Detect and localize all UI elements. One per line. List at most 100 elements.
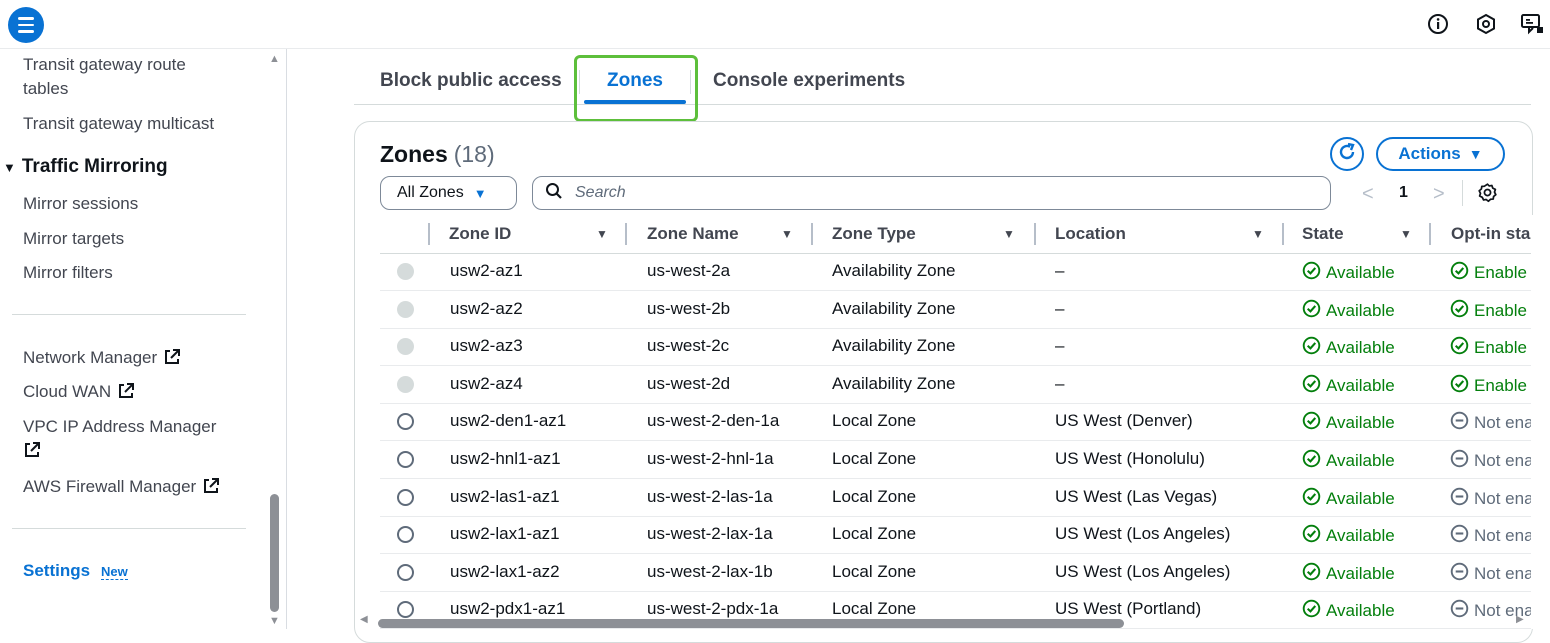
tab-console-experiments[interactable]: Console experiments — [713, 70, 905, 92]
actions-button[interactable]: Actions ▼ — [1376, 137, 1505, 171]
table-row[interactable]: usw2-las1-az1 us-west-2-las-1a Local Zone U… — [380, 479, 1534, 517]
column-header-state[interactable]: State — [1302, 224, 1344, 244]
sort-icon[interactable]: ▼ — [1252, 227, 1264, 241]
column-header-zone-name[interactable]: Zone Name — [647, 224, 739, 244]
opt-in-text: Not ena — [1474, 526, 1534, 546]
sidebar-item-vpc-ip-address-manager[interactable]: VPC IP Address Manager — [23, 415, 216, 466]
column-divider[interactable] — [625, 223, 627, 245]
cell-zone-id: usw2-az2 — [450, 298, 523, 318]
column-header-location[interactable]: Location — [1055, 224, 1126, 244]
cell-zone-type: Availability Zone — [832, 261, 956, 280]
cell-opt-in-status: Enable — [1450, 299, 1527, 323]
row-select-radio[interactable] — [397, 563, 414, 581]
check-circle-icon — [1302, 411, 1321, 435]
cell-zone-id: usw2-az3 — [450, 336, 523, 356]
caret-down-icon: ▼ — [3, 160, 16, 175]
sort-icon[interactable]: ▼ — [1400, 227, 1412, 241]
cell-opt-in-status: Enable — [1450, 374, 1527, 398]
row-select-radio[interactable] — [397, 488, 414, 506]
sidebar-scrollbar-thumb[interactable] — [270, 494, 279, 612]
opt-in-text: Not ena — [1474, 563, 1534, 583]
cell-zone-name: us-west-2a — [647, 261, 731, 280]
scroll-down-icon[interactable]: ▼ — [269, 615, 280, 627]
side-navigation: Transit gateway route tables Transit gat… — [0, 49, 287, 629]
sidebar-item-mirror-targets[interactable]: Mirror targets — [23, 227, 124, 251]
menu-icon[interactable] — [8, 7, 44, 43]
sort-icon[interactable]: ▼ — [596, 227, 608, 241]
minus-circle-icon — [1450, 411, 1469, 435]
cell-state: Available — [1302, 411, 1395, 435]
column-divider[interactable] — [811, 223, 813, 245]
row-select-radio[interactable] — [397, 526, 414, 544]
previous-page-button[interactable]: < — [1362, 183, 1374, 206]
cell-zone-name: us-west-2-las-1a — [647, 486, 773, 506]
table-row[interactable]: usw2-lax1-az2 us-west-2-lax-1b Local Zone U… — [380, 554, 1534, 592]
page-number-button[interactable]: 1 — [1399, 184, 1408, 202]
cell-zone-id: usw2-az1 — [450, 261, 523, 280]
sidebar-item-label: tables — [23, 79, 69, 98]
state-text: Available — [1326, 488, 1395, 508]
title-text: Zones — [380, 141, 448, 167]
row-select-radio — [397, 338, 414, 356]
sidebar-item-settings[interactable]: Settings — [23, 561, 90, 581]
sidebar-item-cloud-wan[interactable]: Cloud WAN — [23, 380, 135, 407]
external-link-icon — [23, 441, 41, 466]
cell-zone-name: us-west-2b — [647, 298, 731, 318]
cell-zone-type: Local Zone — [832, 449, 917, 468]
search-field[interactable] — [532, 176, 1331, 210]
cell-zone-type: Availability Zone — [832, 336, 956, 356]
notifications-icon[interactable] — [1474, 12, 1498, 36]
sort-icon[interactable]: ▼ — [781, 227, 793, 241]
column-header-zone-id[interactable]: Zone ID — [449, 224, 511, 244]
sidebar-item-mirror-filters[interactable]: Mirror filters — [23, 261, 113, 285]
column-divider[interactable] — [1429, 223, 1431, 245]
state-text: Available — [1326, 263, 1395, 282]
sidebar-item-network-manager[interactable]: Network Manager — [23, 346, 181, 373]
cell-state: Available — [1302, 449, 1395, 473]
settings-gear-icon[interactable] — [1477, 182, 1498, 208]
column-divider[interactable] — [1034, 223, 1036, 245]
sidebar-item-transit-gateway-route-tables[interactable]: Transit gateway route tables — [23, 53, 186, 101]
refresh-button[interactable] — [1330, 137, 1364, 171]
state-text: Available — [1326, 526, 1395, 546]
row-select-radio[interactable] — [397, 413, 414, 431]
sidebar-item-aws-firewall-manager[interactable]: AWS Firewall Manager — [23, 475, 220, 502]
column-header-zone-type[interactable]: Zone Type — [832, 224, 916, 244]
external-link-icon — [117, 382, 135, 407]
sidebar-item-transit-gateway-multicast[interactable]: Transit gateway multicast — [23, 112, 214, 136]
check-circle-icon — [1450, 336, 1469, 360]
table-row[interactable]: usw2-lax1-az1 us-west-2-lax-1a Local Zone U… — [380, 516, 1534, 555]
item-count: (18) — [453, 141, 495, 167]
table-row[interactable]: usw2-hnl1-az1 us-west-2-hnl-1a Local Zone U… — [380, 441, 1534, 479]
search-input[interactable] — [573, 183, 1277, 203]
horizontal-scrollbar-thumb[interactable] — [378, 619, 1124, 628]
cell-opt-in-status: Not ena — [1450, 562, 1534, 586]
caret-down-icon: ▼ — [1468, 146, 1483, 162]
check-circle-icon — [1302, 261, 1321, 285]
sort-icon[interactable]: ▼ — [1003, 227, 1015, 241]
zone-type-filter-select[interactable]: All Zones ▼ — [380, 176, 517, 210]
cell-state: Available — [1302, 261, 1395, 285]
info-icon[interactable] — [1426, 12, 1450, 36]
sidebar-section-traffic-mirroring[interactable]: ▼ Traffic Mirroring — [3, 156, 168, 178]
feedback-icon[interactable] — [1520, 12, 1544, 36]
scroll-left-icon[interactable]: ◀ — [360, 614, 368, 625]
column-divider[interactable] — [1282, 223, 1284, 245]
row-select-radio[interactable] — [397, 451, 414, 468]
cell-zone-type: Availability Zone — [832, 373, 956, 393]
cell-location: US West (Denver) — [1055, 411, 1193, 431]
scroll-right-icon[interactable]: ▶ — [1516, 614, 1524, 625]
check-circle-icon — [1302, 299, 1321, 323]
sidebar-item-mirror-sessions[interactable]: Mirror sessions — [23, 192, 138, 216]
state-text: Available — [1326, 300, 1395, 320]
external-link-icon — [202, 477, 220, 502]
tab-block-public-access[interactable]: Block public access — [380, 70, 562, 92]
scroll-up-icon[interactable]: ▲ — [269, 53, 280, 65]
column-header-opt-in-status[interactable]: Opt-in sta — [1451, 224, 1530, 244]
new-badge: New — [101, 564, 128, 580]
opt-in-text: Enable — [1474, 300, 1527, 320]
check-circle-icon — [1302, 487, 1321, 511]
table-row[interactable]: usw2-den1-az1 us-west-2-den-1a Local Zone U… — [380, 403, 1534, 442]
next-page-button[interactable]: > — [1433, 183, 1445, 206]
cell-zone-name: us-west-2-den-1a — [647, 411, 780, 431]
